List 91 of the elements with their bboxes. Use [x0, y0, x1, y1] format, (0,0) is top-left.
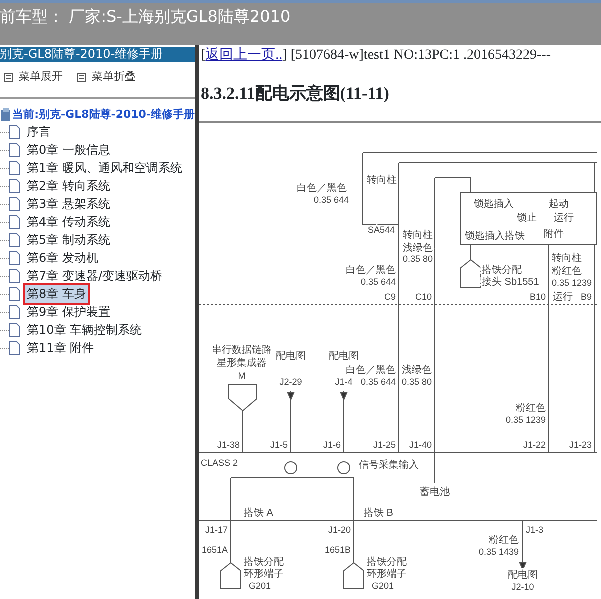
diagram-label: 0.35 644	[314, 194, 350, 204]
diagram-label: 锁匙插入搭铁	[465, 230, 525, 242]
diagram-label: 0.35 80	[403, 254, 434, 264]
diagram-label: 配电图	[329, 350, 359, 362]
diagram-label: 锁匙插入	[474, 198, 514, 210]
diagram-label: J1-17	[205, 524, 228, 534]
diagram-label: J2-29	[280, 376, 302, 386]
diagram-label: J1-4	[335, 376, 353, 386]
diagram-label: J1-38	[217, 440, 240, 450]
diagram-label: 1651B	[324, 544, 351, 554]
document-icon	[9, 125, 20, 139]
document-icon	[9, 161, 20, 175]
book-icon	[0, 108, 10, 122]
info-text: ] [5107684-w]test1 NO:13PC:1 .2016543229---	[282, 48, 551, 63]
diagram-label: J1-23	[569, 440, 592, 450]
diagram-label: J2-10	[512, 582, 534, 592]
diagram-label: 0.35 644	[360, 276, 396, 286]
document-icon	[9, 323, 20, 337]
diagram-label: 0.35 644	[360, 376, 396, 386]
diagram-label: 1651A	[202, 544, 228, 554]
diagram-label: G201	[372, 580, 394, 590]
diagram-label: B10	[530, 292, 546, 302]
diagram-label: 浅绿色	[402, 364, 432, 376]
diagram-label: 蓄电池	[420, 486, 450, 498]
diagram-label: 0.35 1239	[506, 414, 546, 424]
diagram-label: 0.35 1239	[552, 278, 592, 288]
diagram-label: J1-22	[523, 440, 546, 450]
diagram-label: C10	[415, 292, 432, 302]
diagram-label: 白色／黑色	[346, 364, 396, 376]
collapse-menu-button[interactable]: 菜单折叠	[77, 69, 136, 86]
diagram-label: 0.35 80	[402, 376, 432, 386]
diagram-label: 环形端子	[244, 568, 284, 580]
diagram-label: 配电图	[276, 350, 306, 362]
list-icon	[4, 72, 13, 82]
bracket: [	[201, 48, 206, 63]
document-icon	[9, 143, 20, 157]
document-icon	[9, 251, 20, 265]
diagram-label: 运行	[553, 292, 573, 302]
diagram-label: 起动	[549, 198, 569, 210]
diagram-label: J1-6	[323, 440, 341, 450]
diagram-label: 星形集成器	[217, 358, 267, 368]
diagram-label: G201	[249, 580, 272, 590]
diagram-label: J1-20	[328, 524, 351, 534]
diagram-label: 搭铁 B	[364, 508, 394, 518]
document-icon	[9, 233, 20, 247]
diagram-label: 搭铁 A	[244, 508, 274, 518]
diagram-label: 转向柱	[552, 252, 582, 264]
tree-root-label[interactable]: 当前:别克-GL8陆尊-2010-维修手册	[12, 106, 195, 123]
diagram-label: 转向柱	[403, 230, 433, 240]
diagram-label: 搭铁分配	[482, 264, 522, 276]
diagram-label: 白色／黑色	[297, 182, 347, 194]
diagram-label: 运行	[554, 212, 574, 224]
diagram-label: 粉红色	[552, 266, 582, 276]
diagram-label: 附件	[544, 228, 564, 240]
tree-item[interactable]: 第8章 车身	[23, 283, 90, 305]
diagram-label: 搭铁分配	[244, 556, 284, 568]
diagram-label: 配电图	[508, 570, 538, 580]
diagram-label: J1-25	[373, 440, 396, 450]
diagram-label: 粉红色	[489, 534, 519, 546]
diagram-label: 白色／黑色	[346, 264, 396, 276]
diagram-label: J1-3	[526, 524, 544, 534]
diagram-label: 串行数据链路	[212, 344, 272, 356]
diagram-label: CLASS 2	[201, 458, 238, 468]
document-icon	[9, 287, 20, 301]
diagram-label: 环形端子	[367, 568, 407, 580]
diagram-label: 粉红色	[516, 402, 546, 414]
document-icon	[9, 179, 20, 193]
back-link[interactable]: 返回上一页..	[206, 48, 283, 63]
document-icon	[9, 215, 20, 229]
diagram-label: 搭铁分配	[367, 556, 407, 568]
diagram-label: 锁止	[517, 212, 537, 224]
list-icon	[77, 72, 86, 82]
window-title: 前车型： 厂家:S-上海别克GL8陆尊2010	[0, 0, 601, 45]
manual-title-bar: 别克-GL8陆尊-2010-维修手册	[0, 47, 195, 62]
expand-menu-button[interactable]: 菜单展开	[4, 69, 63, 86]
document-icon	[9, 305, 20, 319]
diagram-label: J1-40	[409, 440, 432, 450]
diagram-label: C9	[384, 292, 396, 302]
diagram-label: 浅绿色	[403, 242, 433, 254]
document-icon	[9, 269, 20, 283]
document-icon	[9, 341, 20, 355]
diagram-label: SA544	[368, 224, 395, 234]
diagram-label: 接头 Sb1551	[482, 276, 540, 288]
diagram-label: 转向柱	[367, 174, 397, 186]
section-heading: 8.3.2.11配电示意图(11-11)	[201, 83, 390, 105]
diagram-label: M	[238, 370, 246, 380]
diagram-label: B9	[580, 292, 592, 302]
diagram-label: 0.35 1439	[478, 546, 519, 556]
diagram-label: 信号采集输入	[359, 460, 419, 470]
diagram-label: J1-5	[270, 440, 288, 450]
document-icon	[9, 197, 20, 211]
